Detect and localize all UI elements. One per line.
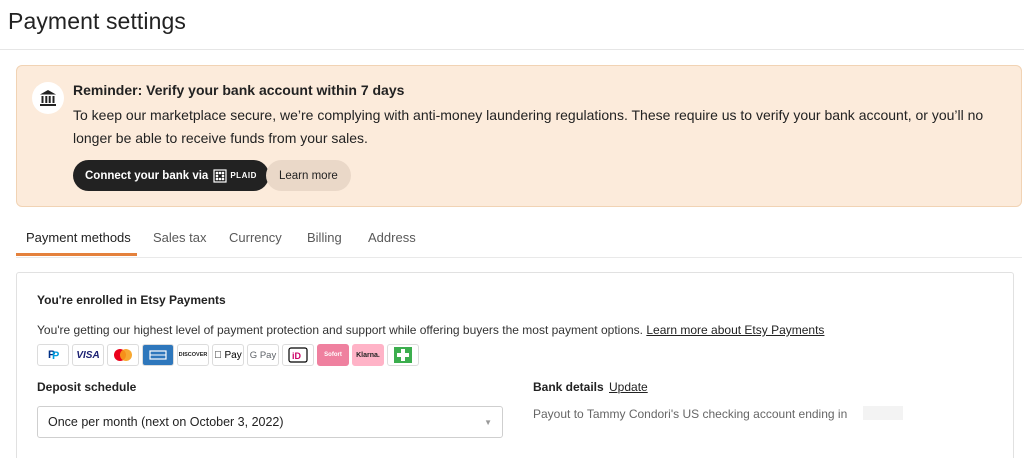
plaid-logo: PLAID xyxy=(213,168,257,183)
svg-text:P: P xyxy=(52,350,59,362)
google-pay-label: G Pay xyxy=(249,349,277,361)
connect-bank-label: Connect your bank via xyxy=(85,169,209,182)
banner-body: To keep our marketplace secure, we’re co… xyxy=(73,107,984,146)
chevron-down-icon: ▼ xyxy=(484,417,492,427)
enrolled-title: You're enrolled in Etsy Payments xyxy=(37,293,226,307)
deposit-schedule-value: Once per month (next on October 3, 2022) xyxy=(48,415,284,429)
banner-title: Reminder: Verify your bank account withi… xyxy=(73,82,405,98)
plaid-icon xyxy=(213,168,227,183)
payment-method-icons: PP VISA DISCOVER  Pay G Pay iD Sofort K… xyxy=(37,344,419,366)
visa-icon: VISA xyxy=(72,344,104,366)
sofort-icon: Sofort xyxy=(317,344,349,366)
page-header: Payment settings xyxy=(0,0,1024,50)
tab-billing[interactable]: Billing xyxy=(307,230,342,245)
tab-address[interactable]: Address xyxy=(368,230,416,245)
deposit-schedule-label: Deposit schedule xyxy=(37,380,137,394)
bank-icon xyxy=(32,82,64,114)
tab-sales-tax[interactable]: Sales tax xyxy=(153,230,206,245)
giropay-icon xyxy=(387,344,419,366)
payment-methods-card: You're enrolled in Etsy Payments You're … xyxy=(16,272,1014,458)
tab-payment-methods[interactable]: Payment methods xyxy=(26,230,131,245)
ideal-icon: iD xyxy=(282,344,314,366)
tab-currency[interactable]: Currency xyxy=(229,230,282,245)
bank-update-link[interactable]: Update xyxy=(609,380,648,394)
sofort-label: Sofort xyxy=(324,352,342,358)
learn-more-etsy-payments-link[interactable]: Learn more about Etsy Payments xyxy=(646,323,824,337)
bank-details-label: Bank details xyxy=(533,380,604,394)
discover-icon: DISCOVER xyxy=(177,344,209,366)
apple-pay-label:  Pay xyxy=(214,349,242,361)
enrolled-text: You're getting our highest level of paym… xyxy=(37,323,824,337)
bank-payout-text: Payout to Tammy Condori's US checking ac… xyxy=(533,407,848,421)
page-title: Payment settings xyxy=(8,8,187,34)
bank-verification-banner: Reminder: Verify your bank account withi… xyxy=(16,65,1022,207)
learn-more-button[interactable]: Learn more xyxy=(266,160,351,191)
enrolled-description: You're getting our highest level of paym… xyxy=(37,323,643,337)
visa-label: VISA xyxy=(76,349,100,361)
plaid-text: PLAID xyxy=(230,171,257,180)
redacted-account-number xyxy=(863,406,903,420)
klarna-icon: Klarna. xyxy=(352,344,384,366)
klarna-label: Klarna. xyxy=(356,351,380,359)
settings-tabs: Payment methods Sales tax Currency Billi… xyxy=(16,222,1022,258)
connect-bank-button[interactable]: Connect your bank via PLAID xyxy=(73,160,269,191)
google-pay-icon: G Pay xyxy=(247,344,279,366)
deposit-schedule-select[interactable]: Once per month (next on October 3, 2022)… xyxy=(37,406,503,438)
apple-pay-icon:  Pay xyxy=(212,344,244,366)
discover-label: DISCOVER xyxy=(178,352,208,358)
paypal-icon: PP xyxy=(37,344,69,366)
svg-text:iD: iD xyxy=(292,351,302,361)
active-tab-indicator xyxy=(16,253,137,256)
amex-icon xyxy=(142,344,174,366)
mastercard-icon xyxy=(107,344,139,366)
